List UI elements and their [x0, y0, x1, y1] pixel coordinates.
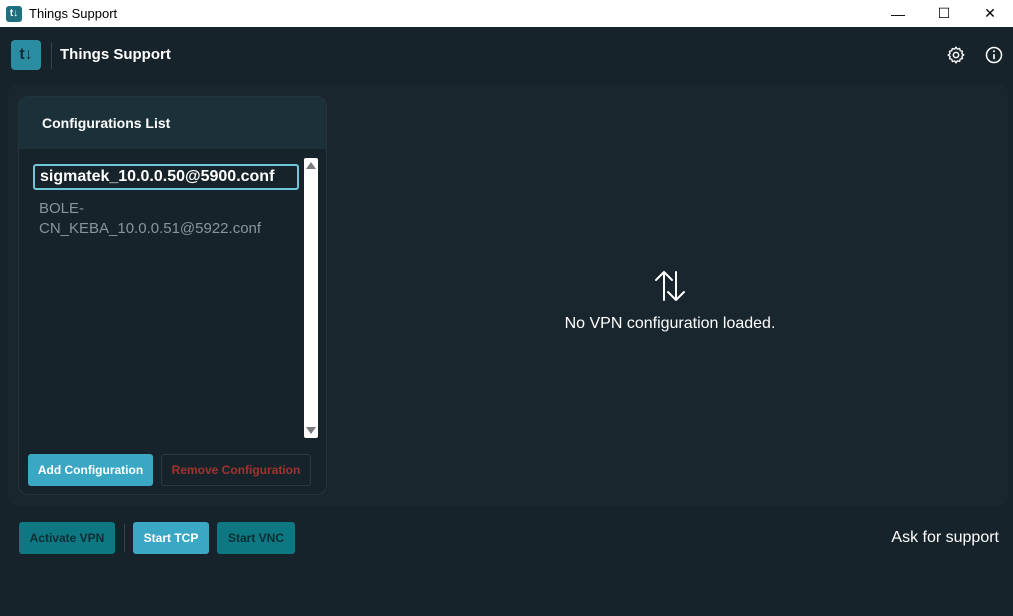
ask-for-support-link[interactable]: Ask for support: [891, 529, 999, 547]
app-icon: t↓: [6, 5, 22, 22]
activate-vpn-button[interactable]: Activate VPN: [19, 522, 115, 554]
maximize-button[interactable]: ☐: [921, 0, 967, 27]
info-icon[interactable]: [984, 45, 1004, 65]
scroll-down-icon[interactable]: [306, 427, 316, 434]
remove-configuration-button[interactable]: Remove Configuration: [161, 454, 311, 486]
start-tcp-button[interactable]: Start TCP: [133, 522, 209, 554]
configurations-card: Configurations List sigmatek_10.0.0.50@5…: [18, 96, 327, 495]
empty-state-message: No VPN configuration loaded.: [564, 315, 776, 332]
footer-divider: [124, 524, 125, 552]
minimize-button[interactable]: —: [875, 0, 921, 27]
app-header: t↓ Things Support: [0, 27, 1013, 83]
window-titlebar: t↓ Things Support — ☐ ✕: [0, 0, 1013, 27]
transfer-arrows-icon: [655, 271, 685, 301]
empty-state: No VPN configuration loaded.: [520, 268, 820, 333]
gear-icon[interactable]: [946, 45, 966, 65]
config-list-item-selected[interactable]: sigmatek_10.0.0.50@5900.conf: [33, 164, 299, 190]
logo-icon: t↓: [11, 40, 41, 70]
start-vnc-button[interactable]: Start VNC: [217, 522, 295, 554]
window-title: Things Support: [29, 6, 118, 21]
config-list-item[interactable]: BOLE-CN_KEBA_10.0.0.51@5922.conf: [39, 199, 299, 239]
close-button[interactable]: ✕: [967, 0, 1013, 27]
add-configuration-button[interactable]: Add Configuration: [28, 454, 153, 486]
app-title: Things Support: [60, 46, 171, 63]
configurations-title: Configurations List: [19, 97, 326, 149]
scroll-up-icon[interactable]: [306, 162, 316, 169]
list-scrollbar[interactable]: [304, 158, 318, 438]
header-divider: [51, 42, 52, 69]
window-controls: — ☐ ✕: [875, 0, 1013, 27]
